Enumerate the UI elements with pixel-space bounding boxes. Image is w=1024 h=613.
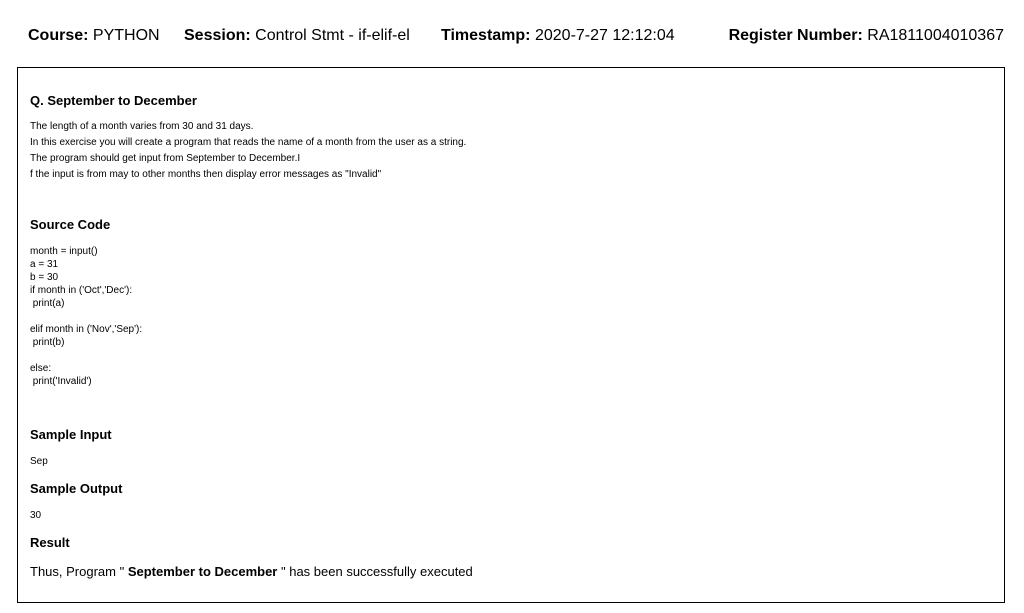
result-suffix: " has been successfully executed [277,564,473,579]
question-line: The program should get input from Septem… [30,153,301,164]
question-title: Q. September to December [30,93,197,108]
question-line: The length of a month varies from 30 and… [30,121,254,132]
content-inner: Q. September to December The length of a… [30,68,992,602]
timestamp-label: Timestamp: [441,27,531,44]
register-number-label: Register Number: [728,27,863,44]
course-field: Course: PYTHON [28,27,160,45]
question-line: In this exercise you will create a progr… [30,137,467,148]
source-code-block: month = input() a = 31 b = 30 if month i… [30,246,143,387]
course-value: PYTHON [92,27,160,44]
result-text: Thus, Program " September to December " … [30,564,473,579]
sample-input-title: Sample Input [30,427,112,442]
result-program-name: September to December [127,564,278,579]
session-value: Control Stmt - if-elif-el [255,27,410,44]
sample-input-value: Sep [30,456,48,467]
question-description: The length of a month varies from 30 and… [30,119,466,183]
timestamp-value: 2020-7-27 12:12:04 [534,27,675,44]
content-panel: Q. September to December The length of a… [17,67,1005,603]
register-number-field: Register Number: RA1811004010367 [729,27,1004,45]
source-code-title: Source Code [30,217,111,232]
sample-output-title: Sample Output [30,481,123,496]
sample-output-value: 30 [30,510,42,521]
timestamp-field: Timestamp: 2020-7-27 12:12:04 [441,27,675,45]
result-prefix: Thus, Program " [30,564,128,579]
session-field: Session: Control Stmt - if-elif-el [184,27,410,45]
register-number-value: RA1811004010367 [867,27,1004,44]
session-label: Session: [184,27,251,44]
result-title: Result [30,535,70,550]
header-bar: Course: PYTHON Session: Control Stmt - i… [28,27,1004,49]
course-label: Course: [28,27,89,44]
question-line: f the input is from may to other months … [30,169,382,180]
